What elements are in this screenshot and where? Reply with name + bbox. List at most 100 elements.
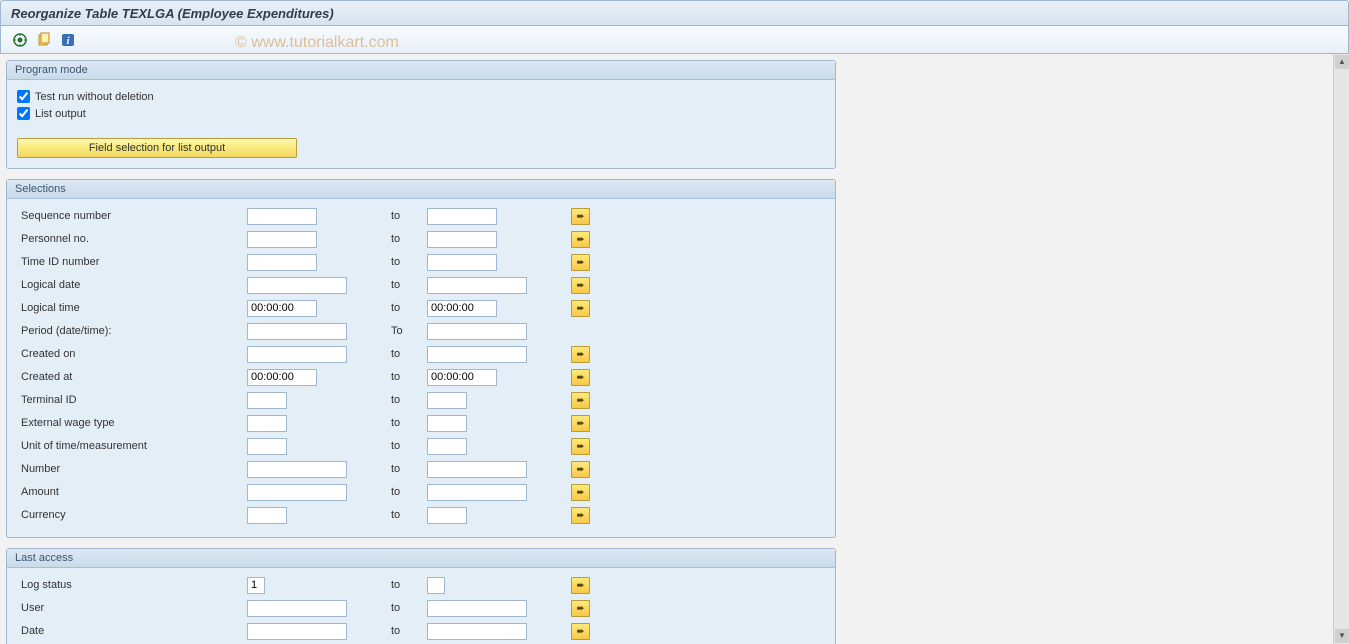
from-input[interactable]	[247, 438, 287, 455]
test-run-checkbox[interactable]	[17, 90, 30, 103]
from-input[interactable]	[247, 507, 287, 524]
program-mode-group: Program mode Test run without deletion L…	[6, 60, 836, 169]
to-input[interactable]	[427, 231, 497, 248]
selection-row: Period (date/time): To	[17, 320, 825, 342]
to-input[interactable]	[427, 369, 497, 386]
to-input[interactable]	[427, 346, 527, 363]
field-selection-button[interactable]: Field selection for list output	[17, 138, 297, 158]
to-input[interactable]	[427, 507, 467, 524]
multiple-selection-button[interactable]: ➨	[571, 300, 590, 317]
to-label: To	[387, 325, 427, 337]
multiple-selection-button[interactable]: ➨	[571, 277, 590, 294]
from-input[interactable]	[247, 300, 317, 317]
selection-label: Unit of time/measurement	[17, 440, 247, 452]
from-input[interactable]	[247, 577, 265, 594]
multiple-selection-button[interactable]: ➨	[571, 438, 590, 455]
information-icon[interactable]: i	[59, 31, 77, 49]
from-input[interactable]	[247, 346, 347, 363]
from-input[interactable]	[247, 623, 347, 640]
to-input[interactable]	[427, 484, 527, 501]
outer-scrollbar[interactable]: ▲ ▼	[1333, 54, 1349, 644]
to-label: to	[387, 256, 427, 268]
to-input[interactable]	[427, 392, 467, 409]
to-input[interactable]	[427, 323, 527, 340]
to-input[interactable]	[427, 208, 497, 225]
scroll-up-icon[interactable]: ▲	[1335, 55, 1349, 69]
multiple-selection-button[interactable]: ➨	[571, 461, 590, 478]
to-input[interactable]	[427, 600, 527, 617]
main-content: Program mode Test run without deletion L…	[0, 54, 1333, 644]
scroll-down-icon[interactable]: ▼	[1335, 629, 1349, 643]
selection-label: Sequence number	[17, 210, 247, 222]
selection-label: Currency	[17, 509, 247, 521]
selection-label: Logical time	[17, 302, 247, 314]
to-label: to	[387, 463, 427, 475]
selection-row: Created on to ➨	[17, 343, 825, 365]
selection-label: Terminal ID	[17, 394, 247, 406]
selection-label: Created on	[17, 348, 247, 360]
toolbar: i	[0, 26, 1349, 54]
multiple-selection-button[interactable]: ➨	[571, 369, 590, 386]
to-input[interactable]	[427, 623, 527, 640]
get-variant-icon[interactable]	[35, 31, 53, 49]
from-input[interactable]	[247, 323, 347, 340]
selection-row: Sequence numberto➨	[17, 205, 825, 227]
from-input[interactable]	[247, 208, 317, 225]
last-access-group: Last access Log statusto➨Userto➨Dateto➨	[6, 548, 836, 644]
selection-row: Personnel no.to➨	[17, 228, 825, 250]
to-label: to	[387, 486, 427, 498]
multiple-selection-button[interactable]: ➨	[571, 231, 590, 248]
selection-row: Dateto➨	[17, 620, 825, 642]
multiple-selection-button[interactable]: ➨	[571, 208, 590, 225]
selection-label: Period (date/time):	[17, 325, 247, 337]
to-input[interactable]	[427, 438, 467, 455]
page-title: Reorganize Table TEXLGA (Employee Expend…	[11, 6, 334, 21]
to-label: to	[387, 279, 427, 291]
multiple-selection-button[interactable]: ➨	[571, 254, 590, 271]
multiple-selection-button[interactable]: ➨	[571, 415, 590, 432]
multiple-selection-button[interactable]: ➨	[571, 346, 590, 363]
execute-icon[interactable]	[11, 31, 29, 49]
to-input[interactable]	[427, 415, 467, 432]
from-input[interactable]	[247, 231, 317, 248]
from-input[interactable]	[247, 277, 347, 294]
selection-row: Unit of time/measurementto➨	[17, 435, 825, 457]
multiple-selection-button[interactable]: ➨	[571, 600, 590, 617]
multiple-selection-button[interactable]: ➨	[571, 507, 590, 524]
multiple-selection-button[interactable]: ➨	[571, 392, 590, 409]
to-input[interactable]	[427, 277, 527, 294]
list-output-label: List output	[35, 108, 86, 120]
to-label: to	[387, 509, 427, 521]
to-label: to	[387, 602, 427, 614]
title-bar: Reorganize Table TEXLGA (Employee Expend…	[0, 0, 1349, 26]
to-label: to	[387, 233, 427, 245]
selection-label: Created at	[17, 371, 247, 383]
from-input[interactable]	[247, 461, 347, 478]
selection-label: Amount	[17, 486, 247, 498]
selection-row: Time ID numberto➨	[17, 251, 825, 273]
to-label: to	[387, 394, 427, 406]
multiple-selection-button[interactable]: ➨	[571, 577, 590, 594]
from-input[interactable]	[247, 600, 347, 617]
selection-label: User	[17, 602, 247, 614]
to-input[interactable]	[427, 300, 497, 317]
multiple-selection-button[interactable]: ➨	[571, 484, 590, 501]
selections-group: Selections Sequence numberto➨Personnel n…	[6, 179, 836, 538]
from-input[interactable]	[247, 392, 287, 409]
from-input[interactable]	[247, 484, 347, 501]
multiple-selection-button[interactable]: ➨	[571, 623, 590, 640]
to-label: to	[387, 579, 427, 591]
selection-row: Logical timeto➨	[17, 297, 825, 319]
to-input[interactable]	[427, 461, 527, 478]
to-input[interactable]	[427, 254, 497, 271]
list-output-checkbox[interactable]	[17, 107, 30, 120]
selection-label: Log status	[17, 579, 247, 591]
to-label: to	[387, 371, 427, 383]
last-access-header: Last access	[7, 549, 835, 568]
from-input[interactable]	[247, 254, 317, 271]
to-label: to	[387, 348, 427, 360]
to-input[interactable]	[427, 577, 445, 594]
selection-label: Logical date	[17, 279, 247, 291]
from-input[interactable]	[247, 369, 317, 386]
from-input[interactable]	[247, 415, 287, 432]
